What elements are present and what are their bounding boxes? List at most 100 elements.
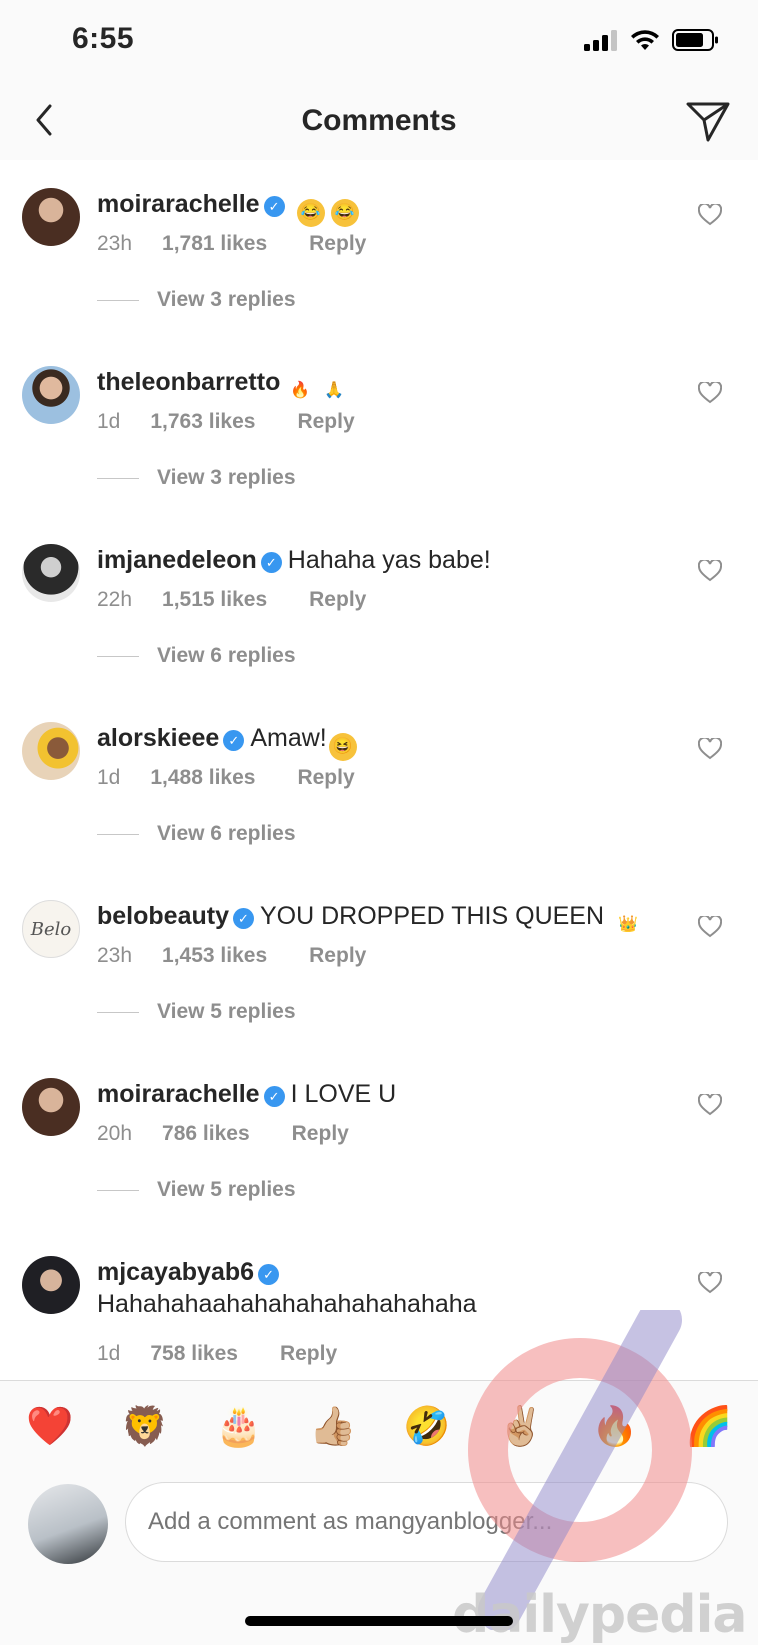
comment-text: I LOVE U [290,1080,397,1108]
comment-username[interactable]: moirarachelle [97,190,260,218]
status-icons [584,28,720,52]
comment-text: YOU DROPPED THIS QUEEN [259,902,605,930]
reply-button[interactable]: Reply [309,588,366,612]
reply-button[interactable]: Reply [297,410,354,434]
comment-item: Belo belobeauty ✓ YOU DROPPED THIS QUEEN 👑 … [0,872,758,1050]
direct-message-icon[interactable] [684,98,732,144]
comment-likes[interactable]: 1,763 likes [150,410,255,434]
comment-item: alorskieee ✓ Amaw! 😆 1d 1,488 likes Reply V… [0,694,758,872]
avatar[interactable] [22,1256,80,1314]
comment-body: moirarachelle ✓ I LOVE U [97,1078,662,1110]
divider-line [97,655,139,657]
heart-icon[interactable] [698,560,722,582]
heart-icon[interactable] [698,1094,722,1116]
heart-icon[interactable] [698,738,722,760]
comment-likes[interactable]: 1,781 likes [162,232,267,256]
comment-item: imjanedeleon ✓ Hahaha yas babe! 22h 1,515 … [0,516,758,694]
comment-body: belobeauty ✓ YOU DROPPED THIS QUEEN 👑 [97,900,662,939]
view-replies-label: View 5 replies [157,1178,296,1201]
comment-input[interactable] [125,1482,728,1562]
reply-button[interactable]: Reply [309,944,366,968]
comment-composer [0,1478,758,1590]
reply-button[interactable]: Reply [292,1122,349,1146]
face-with-tears-of-joy-icon: 😂 [330,199,359,227]
view-replies-button[interactable]: View 6 replies [97,644,296,668]
watermark-text: dailypedia [452,1585,747,1645]
comment-item: moirarachelle ✓ I LOVE U 20h 786 likes Rep… [0,1050,758,1228]
comment-likes[interactable]: 786 likes [162,1122,250,1146]
comment-likes[interactable]: 1,515 likes [162,588,267,612]
comment-time: 23h [97,232,133,255]
crown-icon: 👑 [618,916,638,933]
fire-icon: 🔥 [290,382,311,399]
comment-time: 1d [97,1342,121,1365]
view-replies-button[interactable]: View 6 replies [97,822,296,846]
verified-badge-icon: ✓ [258,1264,280,1285]
verified-badge-icon: ✓ [260,552,282,573]
view-replies-button[interactable]: View 5 replies [97,1178,296,1202]
comment-item: mjcayabyab6 ✓ Hahahahaahahahahahahahahaha … [0,1228,758,1380]
verified-badge-icon: ✓ [263,196,285,217]
comment-body: mjcayabyab6 ✓ Hahahahaahahahahahahahahaha [97,1256,662,1320]
heart-icon[interactable] [698,916,722,938]
divider-line [97,477,139,479]
comment-meta: 22h 1,515 likes Reply [97,588,366,612]
battery-icon [672,29,718,51]
view-replies-label: View 3 replies [157,466,296,489]
view-replies-button[interactable]: View 3 replies [97,466,296,490]
victory-hand-emoji-button[interactable]: ✌🏼 [497,1405,544,1449]
emoji-reaction-bar: ❤️ 🦁 🎂 👍🏼 🤣 ✌🏼 🔥 🌈 [0,1380,758,1471]
heart-emoji-button[interactable]: ❤️ [26,1405,73,1449]
page-title: Comments [301,104,457,137]
comment-username[interactable]: imjanedeleon [97,546,257,574]
comment-likes[interactable]: 1,453 likes [162,944,267,968]
heart-icon[interactable] [698,204,722,226]
verified-badge-icon: ✓ [232,908,254,929]
avatar[interactable] [22,1078,80,1136]
comment-item: moirarachelle ✓ 😂 😂 23h 1,781 likes Reply V… [0,160,758,338]
comment-meta: 20h 786 likes Reply [97,1122,349,1146]
comment-username[interactable]: alorskieee [97,724,219,752]
comment-username[interactable]: mjcayabyab6 [97,1258,254,1286]
birthday-cake-emoji-button[interactable]: 🎂 [215,1405,262,1449]
home-indicator[interactable] [245,1616,513,1626]
comment-meta: 23h 1,453 likes Reply [97,944,366,968]
comment-username[interactable]: theleonbarretto [97,368,280,396]
heart-icon[interactable] [698,382,722,404]
avatar[interactable] [22,366,80,424]
reply-button[interactable]: Reply [309,232,366,256]
view-replies-button[interactable]: View 3 replies [97,288,296,312]
comment-body: alorskieee ✓ Amaw! 😆 [97,722,662,761]
divider-line [97,833,139,835]
verified-badge-icon: ✓ [223,730,245,751]
comment-meta: 1d 1,488 likes Reply [97,766,355,790]
heart-icon[interactable] [698,1272,722,1294]
comment-username[interactable]: belobeauty [97,902,229,930]
face-with-tears-of-joy-icon: 😂 [296,199,325,227]
comment-time: 1d [97,410,121,433]
header: Comments [0,84,758,161]
comment-text: Hahaha yas babe! [287,546,491,574]
comment-item: theleonbarretto 🔥 🙏 1d 1,763 likes Reply V… [0,338,758,516]
comment-meta: 23h 1,781 likes Reply [97,232,366,256]
avatar[interactable]: Belo [22,900,80,958]
view-replies-label: View 6 replies [157,822,296,845]
avatar[interactable] [22,544,80,602]
view-replies-label: View 3 replies [157,288,296,311]
avatar[interactable] [22,188,80,246]
view-replies-label: View 5 replies [157,1000,296,1023]
rainbow-emoji-button[interactable]: 🌈 [685,1405,732,1449]
rolling-laughing-emoji-button[interactable]: 🤣 [403,1405,450,1449]
fire-emoji-button[interactable]: 🔥 [591,1405,638,1449]
comment-username[interactable]: moirarachelle [97,1080,260,1108]
reply-button[interactable]: Reply [297,766,354,790]
comment-likes[interactable]: 1,488 likes [150,766,255,790]
thumbs-up-emoji-button[interactable]: 👍🏼 [309,1405,356,1449]
verified-badge-icon: ✓ [263,1086,285,1107]
lion-emoji-button[interactable]: 🦁 [121,1405,168,1449]
avatar[interactable] [22,722,80,780]
reply-button[interactable]: Reply [280,1342,337,1366]
view-replies-button[interactable]: View 5 replies [97,1000,296,1024]
status-time: 6:55 [72,22,135,55]
comment-likes[interactable]: 758 likes [150,1342,238,1366]
